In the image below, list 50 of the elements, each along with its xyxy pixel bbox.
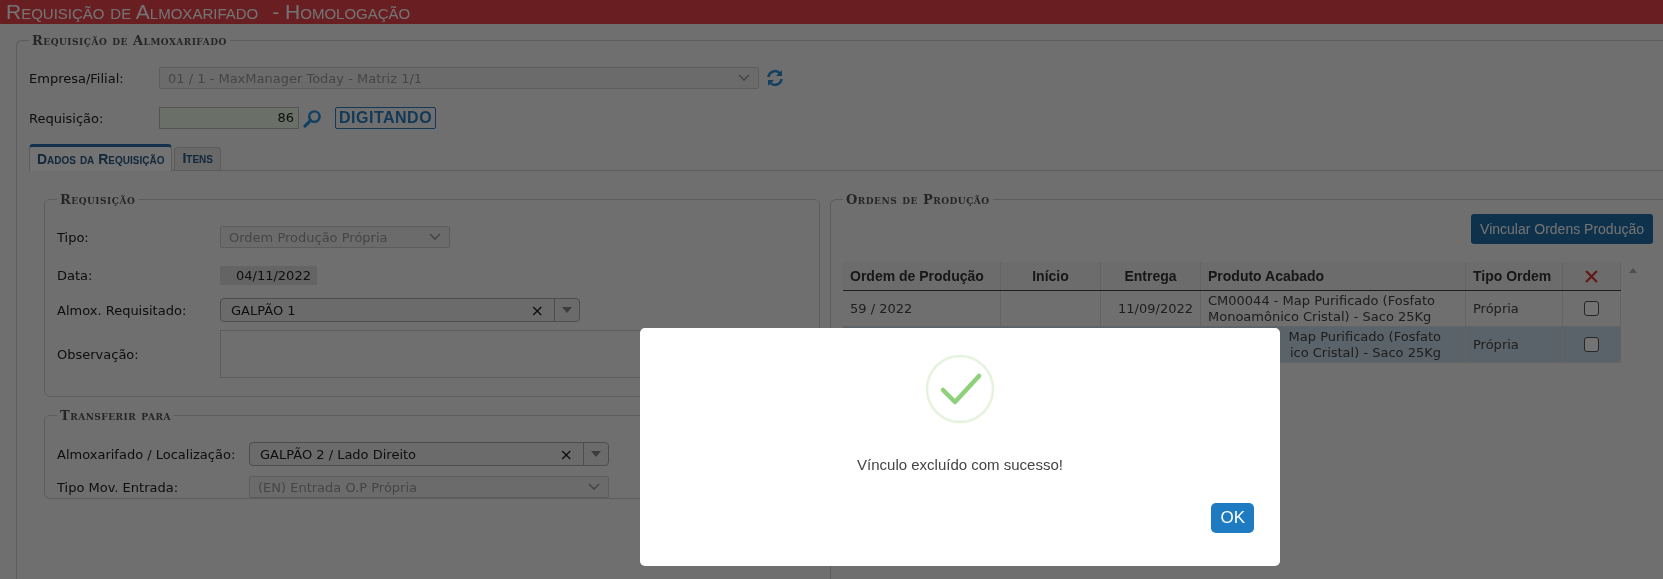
column-header: Tipo Ordem bbox=[1466, 262, 1563, 290]
chevron-icon bbox=[588, 483, 600, 491]
section-legend: Ordens de Produção bbox=[843, 192, 993, 207]
section-legend: Transferir para bbox=[57, 408, 174, 423]
scroll-up-icon[interactable] bbox=[1629, 268, 1637, 273]
delete-icon[interactable] bbox=[1585, 269, 1598, 283]
row-checkbox[interactable] bbox=[1584, 301, 1599, 316]
field-label: Requisição: bbox=[29, 110, 105, 126]
field-label: Tipo Mov. Entrada: bbox=[57, 479, 180, 495]
table-cell: Map Purificado (Fosfato ico Cristal) - Saco 25Kg bbox=[1288, 328, 1441, 361]
column-header: Ordem de Produção bbox=[843, 262, 1001, 290]
table-cell: CM00044 - Map Purificado (Fosfato Monoamônico Cristal) - Saco 25Kg bbox=[1208, 292, 1436, 325]
tab[interactable]: Dados da Requisição bbox=[29, 144, 173, 171]
ok-button[interactable]: OK bbox=[1211, 503, 1254, 533]
status-badge: DIGITANDO bbox=[335, 107, 437, 129]
table-row[interactable]: 59 / 2022 11/09/2022 CM00044 - Map Purificado (Fosfato Monoamônico Cristal) - Saco 25Kg Própria bbox=[843, 291, 1621, 327]
dropdown-icon[interactable] bbox=[591, 451, 601, 457]
table-cell: Própria bbox=[1473, 337, 1519, 352]
field-label: Observação: bbox=[57, 346, 140, 362]
column-header: Entrega bbox=[1101, 262, 1201, 290]
table-cell: Própria bbox=[1473, 301, 1519, 316]
section-legend: Requisição bbox=[57, 192, 139, 207]
row-checkbox[interactable] bbox=[1584, 337, 1599, 352]
column-header: Início bbox=[1001, 262, 1101, 290]
refresh-icon[interactable] bbox=[765, 68, 785, 88]
table-cell: 11/09/2022 bbox=[1118, 301, 1193, 316]
field-label: Almox. Requisitado: bbox=[57, 302, 188, 318]
chevron-icon bbox=[738, 74, 750, 82]
dropdown-icon[interactable] bbox=[562, 307, 572, 313]
field-label: Empresa/Filial: bbox=[29, 70, 125, 86]
requisition-field[interactable]: 86 bbox=[159, 107, 299, 129]
clear-button[interactable]: × bbox=[549, 444, 583, 464]
field-label: Almoxarifado / Localização: bbox=[57, 446, 237, 462]
link-orders-button[interactable]: Vincular Ordens Produção bbox=[1471, 214, 1653, 244]
search-icon[interactable] bbox=[303, 108, 322, 128]
check-icon bbox=[925, 354, 995, 424]
section-legend: Requisição de Almoxarifado bbox=[29, 33, 230, 48]
date-field[interactable]: 04/11/2022 bbox=[220, 265, 317, 285]
page-title: Requisição de Almoxarifado bbox=[6, 0, 259, 24]
dialog-message: Vínculo excluído com sucesso! bbox=[857, 456, 1063, 473]
field-label: Tipo: bbox=[57, 229, 90, 245]
field-label: Data: bbox=[57, 267, 94, 283]
table-cell: 59 / 2022 bbox=[850, 301, 913, 316]
chevron-icon bbox=[429, 233, 441, 241]
tab[interactable]: Itens bbox=[174, 147, 221, 170]
combo-field[interactable]: GALPÃO 2 / Lado Direito × bbox=[249, 442, 609, 466]
page-subtitle: - Homologação bbox=[272, 0, 411, 24]
column-header: Produto Acabado bbox=[1201, 262, 1466, 290]
combo-field[interactable]: GALPÃO 1 × bbox=[220, 298, 580, 322]
clear-button[interactable]: × bbox=[520, 300, 554, 320]
